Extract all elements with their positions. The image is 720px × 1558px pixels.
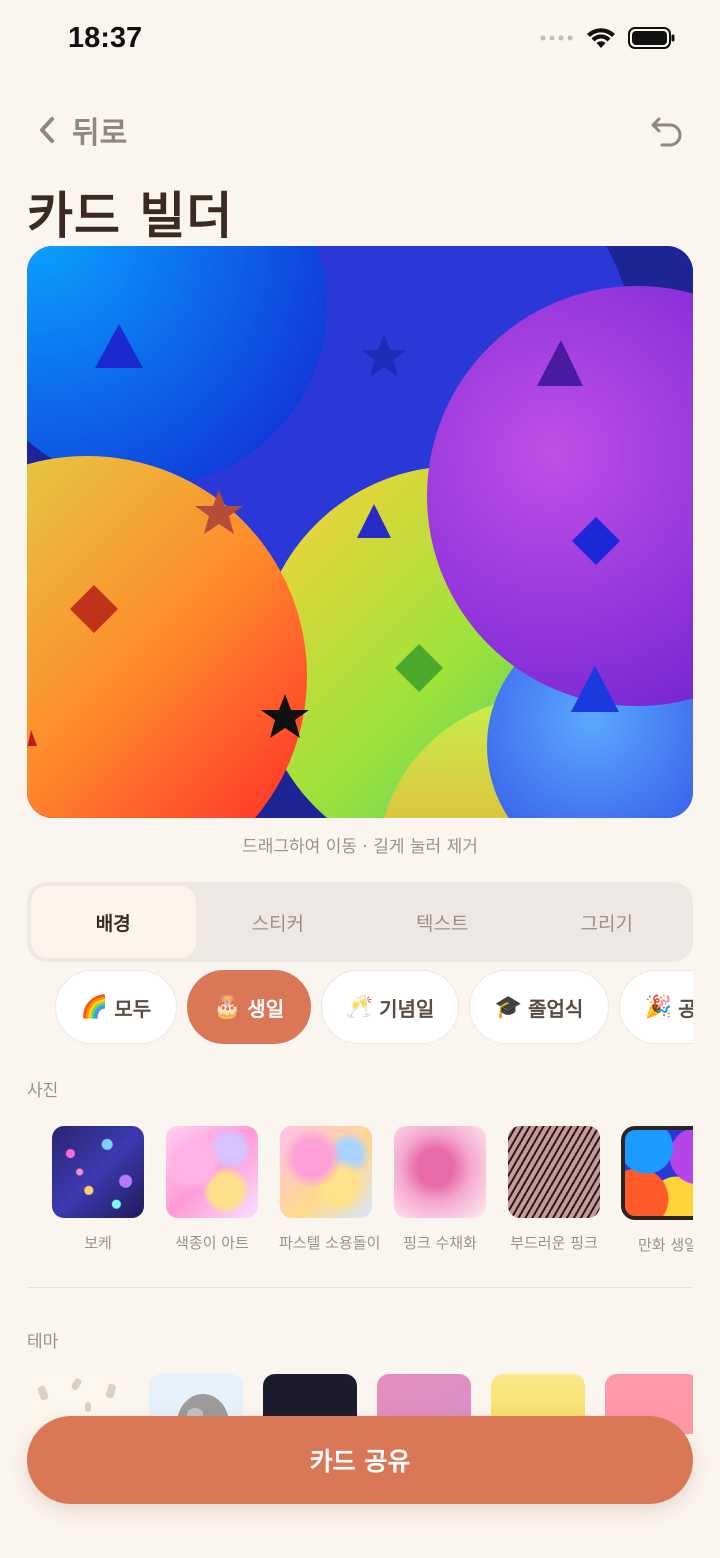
party-popper-icon: 🎉 [644,994,673,1020]
share-card-button[interactable]: 카드 공유 [27,1416,693,1504]
photo-pastel-swirl[interactable]: 파스텔 소용돌이 [279,1124,381,1253]
bokeh-thumbnail [52,1126,144,1218]
card-canvas[interactable] [27,246,693,818]
back-button[interactable]: 뒤로 [36,108,127,152]
themes-section-label: 테마 [27,1332,59,1352]
photo-label: 핑크 수채화 [403,1234,477,1252]
chip-graduation[interactable]: 🎓 졸업식 [469,970,609,1044]
cake-icon: 🎂 [213,994,242,1020]
photo-soft-pink[interactable]: 부드러운 핑크 [507,1124,601,1253]
cellular-signal-icon [540,35,573,41]
photo-label: 부드러운 핑크 [510,1234,598,1252]
card-background-image [27,246,693,818]
undo-button[interactable] [650,114,684,152]
status-icons [540,26,676,50]
photo-thumbnails: 보케 색종이 아트 파스텔 소용돌이 핑크 수채화 부드러운 핑크 만화 생일 [27,1124,693,1264]
tab-draw[interactable]: 그리기 [525,886,690,958]
photos-section-label: 사진 [27,1081,59,1101]
chip-label: 기념일 [379,996,435,1021]
photo-label: 파스텔 소용돌이 [279,1234,381,1252]
chip-label: 생일 [247,996,285,1021]
chip-all[interactable]: 🌈 모두 [55,970,177,1044]
photo-cartoon-birthday[interactable]: 만화 생일 [621,1124,693,1255]
chip-holiday[interactable]: 🎉 공휴일 [619,970,693,1044]
photo-confetti-art[interactable]: 색종이 아트 [165,1124,259,1253]
confetti-art-thumbnail [166,1126,258,1218]
chip-birthday[interactable]: 🎂 생일 [187,970,311,1044]
pink-watercolor-thumbnail [394,1126,486,1218]
photo-pink-watercolor[interactable]: 핑크 수채화 [393,1124,487,1253]
page-title: 카드 빌더 [27,187,234,245]
pastel-swirl-thumbnail [280,1126,372,1218]
editor-tabs: 배경 스티커 텍스트 그리기 [27,882,693,962]
card-builder-screen: 18:37 뒤로 카드 빌더 드래그하여 이동 · 길게 눌러 제거 배경 스티… [0,0,720,1558]
battery-icon [628,27,675,49]
photo-label: 색종이 아트 [175,1234,249,1252]
chip-anniversary[interactable]: 🥂 기념일 [321,970,459,1044]
chip-label: 공휴일 [678,996,693,1021]
wifi-icon [587,28,615,48]
chevron-left-icon [40,117,54,143]
tab-stickers[interactable]: 스티커 [196,886,361,958]
tab-text[interactable]: 텍스트 [360,886,525,958]
champagne-icon: 🥂 [345,994,374,1020]
section-divider [27,1287,693,1288]
soft-pink-thumbnail [508,1126,600,1218]
tab-background[interactable]: 배경 [31,886,196,958]
photo-label: 보케 [84,1234,112,1252]
canvas-hint: 드래그하여 이동 · 길게 눌러 제거 [242,837,478,857]
chip-label: 졸업식 [528,996,584,1021]
chip-label: 모두 [114,996,152,1021]
photo-label: 만화 생일 [638,1236,693,1254]
photo-bokeh[interactable]: 보케 [51,1124,145,1253]
rainbow-icon: 🌈 [80,994,109,1020]
cartoon-birthday-thumbnail [621,1126,693,1220]
back-label: 뒤로 [72,116,128,151]
status-time: 18:37 [68,22,143,54]
graduation-cap-icon: 🎓 [494,994,523,1020]
undo-icon [651,117,682,147]
category-chips: 🌈 모두 🎂 생일 🥂 기념일 🎓 졸업식 🎉 공휴일 [27,968,693,1048]
